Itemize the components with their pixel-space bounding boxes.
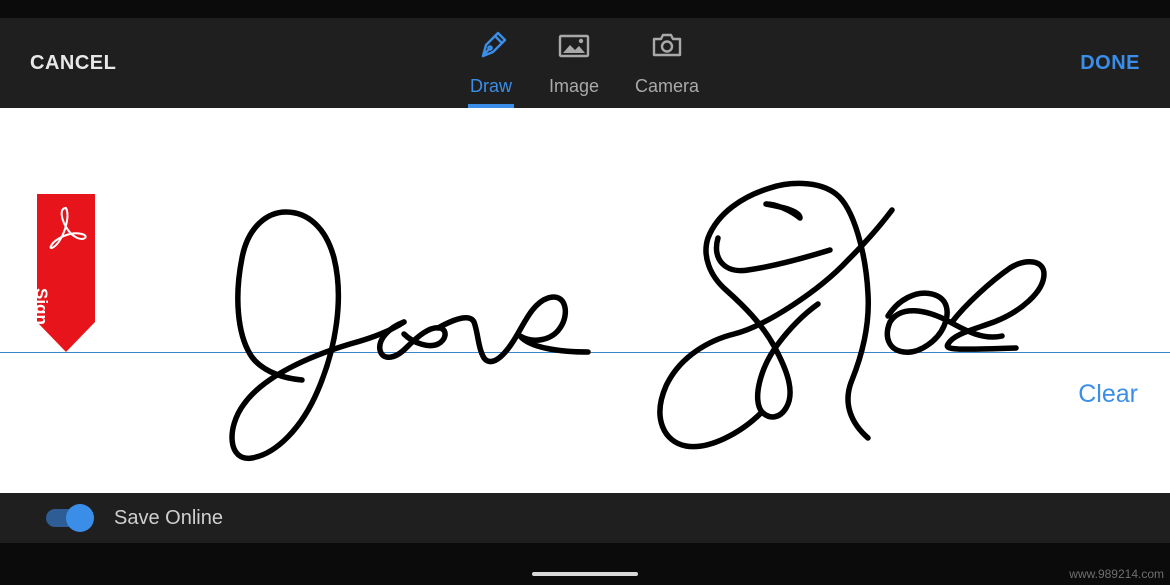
watermark: www.989214.com — [1069, 567, 1164, 581]
toggle-thumb — [66, 504, 94, 532]
tab-image[interactable]: Image — [548, 28, 600, 108]
tab-draw[interactable]: Draw — [468, 28, 514, 108]
tab-image-label: Image — [548, 76, 600, 96]
bottom-bar: Save Online — [0, 493, 1170, 543]
tab-camera[interactable]: Camera — [634, 28, 700, 108]
signature-drawing — [229, 180, 1047, 461]
save-online-toggle[interactable] — [46, 504, 94, 532]
top-toolbar: CANCEL Draw Image Camera DONE — [0, 18, 1170, 108]
status-bar — [0, 0, 1170, 18]
tab-camera-label: Camera — [634, 76, 700, 96]
navigation-bar: www.989214.com — [0, 543, 1170, 585]
home-indicator[interactable] — [532, 572, 638, 576]
save-online-label: Save Online — [114, 507, 223, 529]
signature-canvas[interactable]: Sign Clear — [0, 108, 1170, 493]
cancel-button[interactable]: CANCEL — [30, 52, 116, 75]
tab-draw-label: Draw — [469, 76, 512, 96]
clear-button[interactable]: Clear — [1078, 380, 1138, 409]
image-icon — [558, 34, 590, 58]
done-button[interactable]: DONE — [1080, 52, 1140, 75]
camera-icon — [652, 33, 682, 57]
pen-icon — [481, 31, 507, 58]
